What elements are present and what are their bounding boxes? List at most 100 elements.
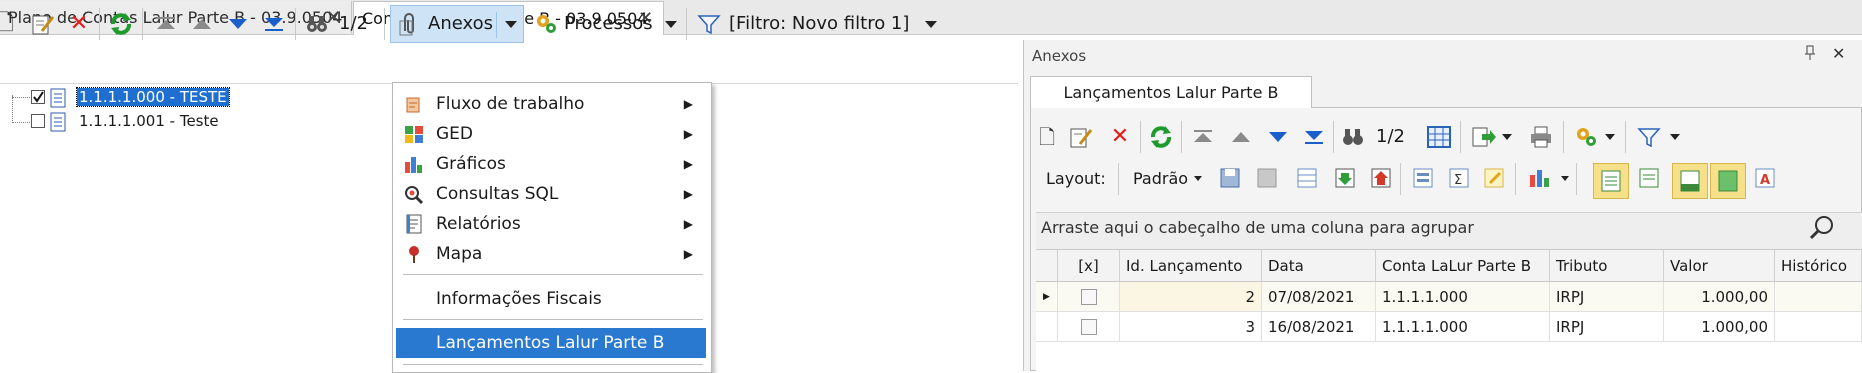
chevron-down-icon[interactable]	[1502, 134, 1512, 140]
submenu-arrow-icon: ▶	[683, 97, 693, 111]
cell-id[interactable]: 2	[1120, 282, 1262, 312]
toolbar-separator	[99, 8, 100, 40]
chart-icon[interactable]	[1527, 165, 1553, 191]
cell-valor[interactable]: 1.000,00	[1664, 282, 1775, 312]
next-record-icon[interactable]	[1265, 124, 1291, 150]
column-header-valor[interactable]: Valor	[1664, 250, 1775, 282]
layout-padrao-dropdown[interactable]: Padrão	[1133, 167, 1188, 191]
column-header-conta[interactable]: Conta LaLur Parte B	[1376, 250, 1550, 282]
chevron-down-icon[interactable]	[1605, 134, 1615, 140]
filter-funnel-icon[interactable]	[1636, 124, 1662, 150]
show-footer-toggle[interactable]	[1672, 163, 1708, 199]
import-layout-icon[interactable]	[1332, 165, 1358, 191]
tree-checkbox[interactable]	[31, 114, 45, 128]
next-record-icon[interactable]	[225, 11, 251, 37]
save-layout-icon[interactable]	[1217, 165, 1243, 191]
first-record-icon[interactable]	[153, 11, 179, 37]
previous-record-icon[interactable]	[1228, 124, 1254, 150]
processes-gear-icon[interactable]	[533, 11, 559, 37]
menu-item-mapa[interactable]: Mapa ▶	[393, 239, 709, 269]
new-document-icon[interactable]: 🗋	[0, 11, 18, 37]
chart-icon	[403, 154, 425, 174]
menu-separator	[403, 364, 703, 365]
svg-text:A: A	[1760, 173, 1770, 188]
last-record-icon[interactable]	[261, 11, 287, 37]
chevron-down-icon[interactable]	[1561, 176, 1569, 181]
column-header-data[interactable]: Data	[1262, 250, 1376, 282]
pin-icon[interactable]	[1803, 45, 1817, 64]
row-select-cell[interactable]	[1058, 312, 1120, 342]
column-header-select[interactable]: [x]	[1058, 250, 1120, 282]
menu-item-lancamentos-lalur[interactable]: Lançamentos Lalur Parte B	[396, 328, 706, 358]
chevron-down-icon[interactable]	[1194, 176, 1202, 181]
show-header-toggle[interactable]	[1593, 163, 1629, 199]
find-binoculars-icon[interactable]	[304, 11, 330, 37]
filter-funnel-icon[interactable]	[696, 11, 722, 37]
processes-gear-icon[interactable]	[1573, 124, 1599, 150]
columns-icon[interactable]	[1294, 165, 1320, 191]
tree-line	[12, 95, 14, 123]
first-record-icon[interactable]	[1190, 124, 1216, 150]
filter-label[interactable]: [Filtro: Novo filtro 1]	[729, 12, 909, 36]
highlight-icon[interactable]	[1481, 165, 1507, 191]
last-record-icon[interactable]	[1301, 124, 1327, 150]
chevron-down-icon[interactable]	[665, 21, 677, 28]
toolbar-separator	[1460, 121, 1461, 153]
delete-icon[interactable]: ✕	[66, 11, 92, 37]
toolbar-separator	[1563, 121, 1564, 153]
column-header-id[interactable]: Id. Lançamento	[1120, 250, 1262, 282]
refresh-icon[interactable]	[108, 11, 134, 37]
chevron-down-icon[interactable]	[505, 21, 517, 28]
column-header-historico[interactable]: Histórico	[1775, 250, 1862, 282]
cell-conta[interactable]: 1.1.1.1.000	[1376, 282, 1550, 312]
refresh-icon[interactable]	[1148, 124, 1174, 150]
processos-label[interactable]: Processos	[564, 12, 653, 36]
cell-tributo[interactable]: IRPJ	[1550, 312, 1664, 342]
cell-data[interactable]: 07/08/2021	[1262, 282, 1376, 312]
row-checkbox[interactable]	[1081, 289, 1097, 305]
tab-lancamentos-lalur[interactable]: Lançamentos Lalur Parte B	[1030, 76, 1312, 108]
menu-item-graficos[interactable]: Gráficos ▶	[393, 149, 709, 179]
row-select-cell[interactable]	[1058, 282, 1120, 312]
menu-separator	[403, 274, 703, 275]
font-settings-icon[interactable]: A	[1752, 165, 1778, 191]
auto-filter-icon[interactable]	[1636, 165, 1662, 191]
menu-item-informacoes-fiscais[interactable]: Informações Fiscais	[393, 284, 709, 314]
edit-icon[interactable]	[30, 11, 56, 37]
delete-icon[interactable]: ✕	[1107, 124, 1133, 150]
cell-id[interactable]: 3	[1120, 312, 1262, 342]
cell-historico[interactable]	[1775, 312, 1862, 342]
menu-item-consultas-sql[interactable]: Consultas SQL ▶	[393, 179, 709, 209]
close-icon[interactable]: ✕	[1832, 44, 1845, 63]
delete-layout-icon[interactable]	[1254, 165, 1280, 191]
row-indicator-header	[1036, 250, 1058, 282]
column-header-tributo[interactable]: Tributo	[1550, 250, 1664, 282]
find-binoculars-icon[interactable]	[1340, 124, 1366, 150]
chevron-down-icon[interactable]	[1670, 134, 1680, 140]
cell-valor[interactable]: 1.000,00	[1664, 312, 1775, 342]
row-checkbox[interactable]	[1081, 319, 1097, 335]
previous-record-icon[interactable]	[189, 11, 215, 37]
print-icon[interactable]	[1528, 124, 1554, 150]
edit-icon[interactable]	[1068, 124, 1094, 150]
show-grid-lines-toggle[interactable]	[1710, 163, 1746, 199]
tree-checkbox-checked[interactable]	[31, 90, 45, 104]
search-icon[interactable]	[1808, 214, 1836, 247]
menu-item-fluxo-de-trabalho[interactable]: Fluxo de trabalho ▶	[393, 89, 709, 119]
group-panel-icon[interactable]	[1410, 165, 1436, 191]
menu-item-relatorios[interactable]: Relatórios ▶	[393, 209, 709, 239]
chevron-down-icon[interactable]	[925, 21, 937, 28]
tree-node-teste[interactable]: 1.1.1.1.000 - TESTE	[76, 87, 230, 107]
new-document-icon[interactable]: 🗋	[1034, 124, 1060, 150]
export-layout-icon[interactable]	[1368, 165, 1394, 191]
sum-footer-icon[interactable]: Σ	[1446, 165, 1472, 191]
grid-view-icon[interactable]	[1426, 124, 1452, 150]
cell-data[interactable]: 16/08/2021	[1262, 312, 1376, 342]
menu-item-ged[interactable]: GED ▶	[393, 119, 709, 149]
export-icon[interactable]	[1470, 124, 1496, 150]
cell-tributo[interactable]: IRPJ	[1550, 282, 1664, 312]
tree-node-teste-001[interactable]: 1.1.1.1.001 - Teste	[79, 112, 219, 130]
cell-conta[interactable]: 1.1.1.1.000	[1376, 312, 1550, 342]
cell-historico[interactable]	[1775, 282, 1862, 312]
paperclip-icon	[396, 11, 422, 37]
